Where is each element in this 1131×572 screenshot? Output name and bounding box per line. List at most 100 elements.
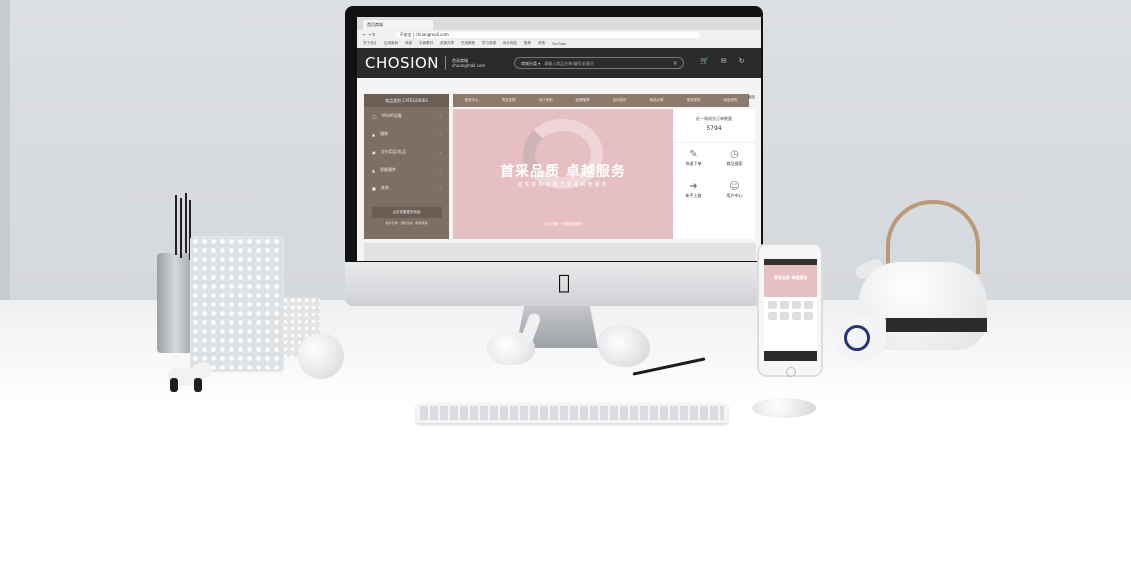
search-icon[interactable]: ⚲ (673, 58, 677, 70)
white-lantern (190, 236, 284, 372)
menu-item[interactable]: 品牌推荐 (576, 98, 590, 103)
browser-toolbar: ← → ↻ 不安全 | chuangmall.com (357, 30, 761, 39)
banner-subtitle: 首先的好采购方案提供者服务 (517, 182, 609, 188)
site-logo[interactable]: CHOSION (365, 54, 439, 72)
box-icon: ■ (372, 185, 376, 191)
banner-note: 点击了解 · 在线客服服务 (543, 222, 583, 226)
cart-icon[interactable]: 🛒 (700, 57, 709, 65)
home-button[interactable] (786, 367, 796, 377)
bookmark-item[interactable]: 在线教程 (461, 41, 475, 46)
hero-banner[interactable]: 首采品质 卓越服务 首先的好采购方案提供者服务 点击了解 · 在线客服服务 (453, 109, 673, 239)
nav-arrows-icon[interactable]: ← → ↻ (363, 32, 376, 37)
category-links[interactable]: 客户订单 · 领取方案 · 推荐营销 (364, 221, 449, 225)
phone-banner-title: 首采品质 卓越服务 (773, 275, 808, 280)
search-scope[interactable]: 商城分类 ▾ (521, 61, 540, 66)
phone-tabbar (764, 351, 817, 361)
apple-icon:  (555, 271, 573, 293)
chip-icon: ▲ (372, 167, 376, 173)
crumpled-paper (598, 325, 650, 367)
search-input[interactable]: 商城分类 ▾ 请输入商品名称/编号关键词 ⚲ (514, 57, 684, 69)
phone-banner[interactable]: 首采品质 卓越服务 (764, 265, 817, 297)
signpost-icon: ➜ (689, 181, 698, 192)
panda-figurine (160, 362, 212, 394)
main-menu: 首页中心 项目定制 设计采购 品牌推荐 活动资讯 商品分类 常规采购 商品采购 (453, 94, 749, 107)
phone-grid-icon[interactable] (780, 301, 789, 309)
bookmark-item[interactable]: 平面素材 (419, 41, 433, 46)
menu-item[interactable]: 首页中心 (465, 98, 479, 103)
bookmarks-bar: 关于设计 应用案例 商城 平面素材 资源共享 在线教程 学习资源 设计网站 推荐… (357, 39, 761, 48)
phone-grid-icon[interactable] (768, 312, 777, 320)
site-header: CHOSION 首采商城 chuangmall.com 商城分类 ▾ 请输入商品… (357, 48, 761, 78)
category-panel: 商品类别 CATEGORIES ◯ VR/AR设备 › ▲ 服饰 › ▣ 文化用品/礼品 ›… (364, 94, 449, 239)
product-strip (364, 243, 756, 261)
gift-icon: ▣ (372, 149, 376, 155)
menu-item[interactable]: 常规采购 (687, 98, 701, 103)
corner-label[interactable]: 返回 (748, 95, 755, 100)
quick-link-user[interactable]: ☺ 用户中心 (714, 175, 755, 207)
category-item[interactable]: ■ 其他 › (364, 179, 449, 197)
chevron-right-icon: › (439, 149, 441, 155)
phone-grid-icon[interactable] (804, 301, 813, 309)
chevron-right-icon: › (439, 131, 441, 137)
imac-screen: 首页商城 ← → ↻ 不安全 | chuangmall.com 关于设计 应用案… (357, 17, 761, 261)
pens (175, 195, 177, 255)
category-item[interactable]: ▲ 智能硬件 › (364, 161, 449, 179)
menu-item[interactable]: 活动资讯 (613, 98, 627, 103)
message-icon[interactable]: ✉ (721, 57, 727, 65)
header-icons: 🛒 ✉ ↻ (700, 57, 744, 65)
clock-icon: ◷ (730, 149, 739, 160)
browser-tabbar: 首页商城 (357, 17, 761, 30)
phone-grid-icon[interactable] (768, 301, 777, 309)
category-item[interactable]: ◯ VR/AR设备 › (364, 107, 449, 125)
phone-grid-icon[interactable] (792, 301, 801, 309)
clipboard-icon: ✎ (689, 149, 698, 160)
refresh-icon[interactable]: ↻ (739, 57, 745, 65)
white-ball (298, 333, 344, 379)
url-field[interactable]: 不安全 | chuangmall.com (395, 31, 700, 38)
category-item[interactable]: ▲ 服饰 › (364, 125, 449, 143)
bookmark-item[interactable]: 应用案例 (384, 41, 398, 46)
logo-subtitle: 首采商城 chuangmall.com (452, 58, 485, 68)
quick-link-order[interactable]: ✎ 快速下单 (673, 143, 714, 175)
browser-tab[interactable]: 首页商城 (363, 20, 433, 30)
search-placeholder: 请输入商品名称/编号关键词 (544, 61, 594, 66)
phone-grid-icon[interactable] (780, 312, 789, 320)
bookmark-item[interactable]: 推荐 (524, 41, 531, 46)
bird-figurine (487, 311, 553, 367)
bookmark-item[interactable]: 设计网站 (503, 41, 517, 46)
phone-grid-icon[interactable] (792, 312, 801, 320)
category-item[interactable]: ▣ 文化用品/礼品 › (364, 143, 449, 161)
smartphone: 首采品质 卓越服务 (757, 243, 823, 377)
phone-icon-grid (764, 297, 817, 324)
menu-item[interactable]: 商品采购 (724, 98, 738, 103)
menu-item[interactable]: 设计采购 (539, 98, 553, 103)
banner-title: 首采品质 卓越服务 (500, 164, 626, 180)
logo-sub-url: chuangmall.com (452, 63, 486, 68)
imac-chin (345, 262, 763, 306)
quick-link-guide[interactable]: ➜ 新手上路 (673, 175, 714, 207)
bookmark-item[interactable]: 关于设计 (363, 41, 377, 46)
mouse (752, 398, 816, 418)
phone-grid-icon[interactable] (804, 312, 813, 320)
keyboard (416, 403, 728, 423)
more-products-button[interactable]: 点击查看更多商品 (371, 207, 442, 218)
user-icon: ☺ (729, 181, 740, 192)
bookmark-item[interactable]: 商城 (405, 41, 412, 46)
bookmark-item[interactable]: 学习资源 (482, 41, 496, 46)
order-stats-label: 近一周成交订单数量 (696, 116, 732, 121)
menu-item[interactable]: 商品分类 (650, 98, 664, 103)
order-count: 5794 (706, 125, 722, 132)
menu-item[interactable]: 项目定制 (502, 98, 516, 103)
quick-links: ✎ 快速下单 ◷ 商品搜索 ➜ 新手上路 ☺ 用户中心 (673, 143, 755, 207)
shirt-icon: ▲ (372, 131, 376, 137)
category-title: 商品类别 CATEGORIES (364, 94, 449, 107)
order-stats: 近一周成交订单数量 5794 (673, 109, 755, 143)
chevron-right-icon: › (439, 167, 441, 173)
bookmark-item[interactable]: 资源共享 (440, 41, 454, 46)
bookmark-item[interactable]: 其他 (538, 41, 545, 46)
logo-divider (445, 56, 447, 70)
pencil-cup (157, 253, 193, 353)
vr-icon: ◯ (372, 113, 377, 119)
quick-link-search[interactable]: ◷ 商品搜索 (714, 143, 755, 175)
bookmark-item[interactable]: YouTube (552, 42, 566, 46)
